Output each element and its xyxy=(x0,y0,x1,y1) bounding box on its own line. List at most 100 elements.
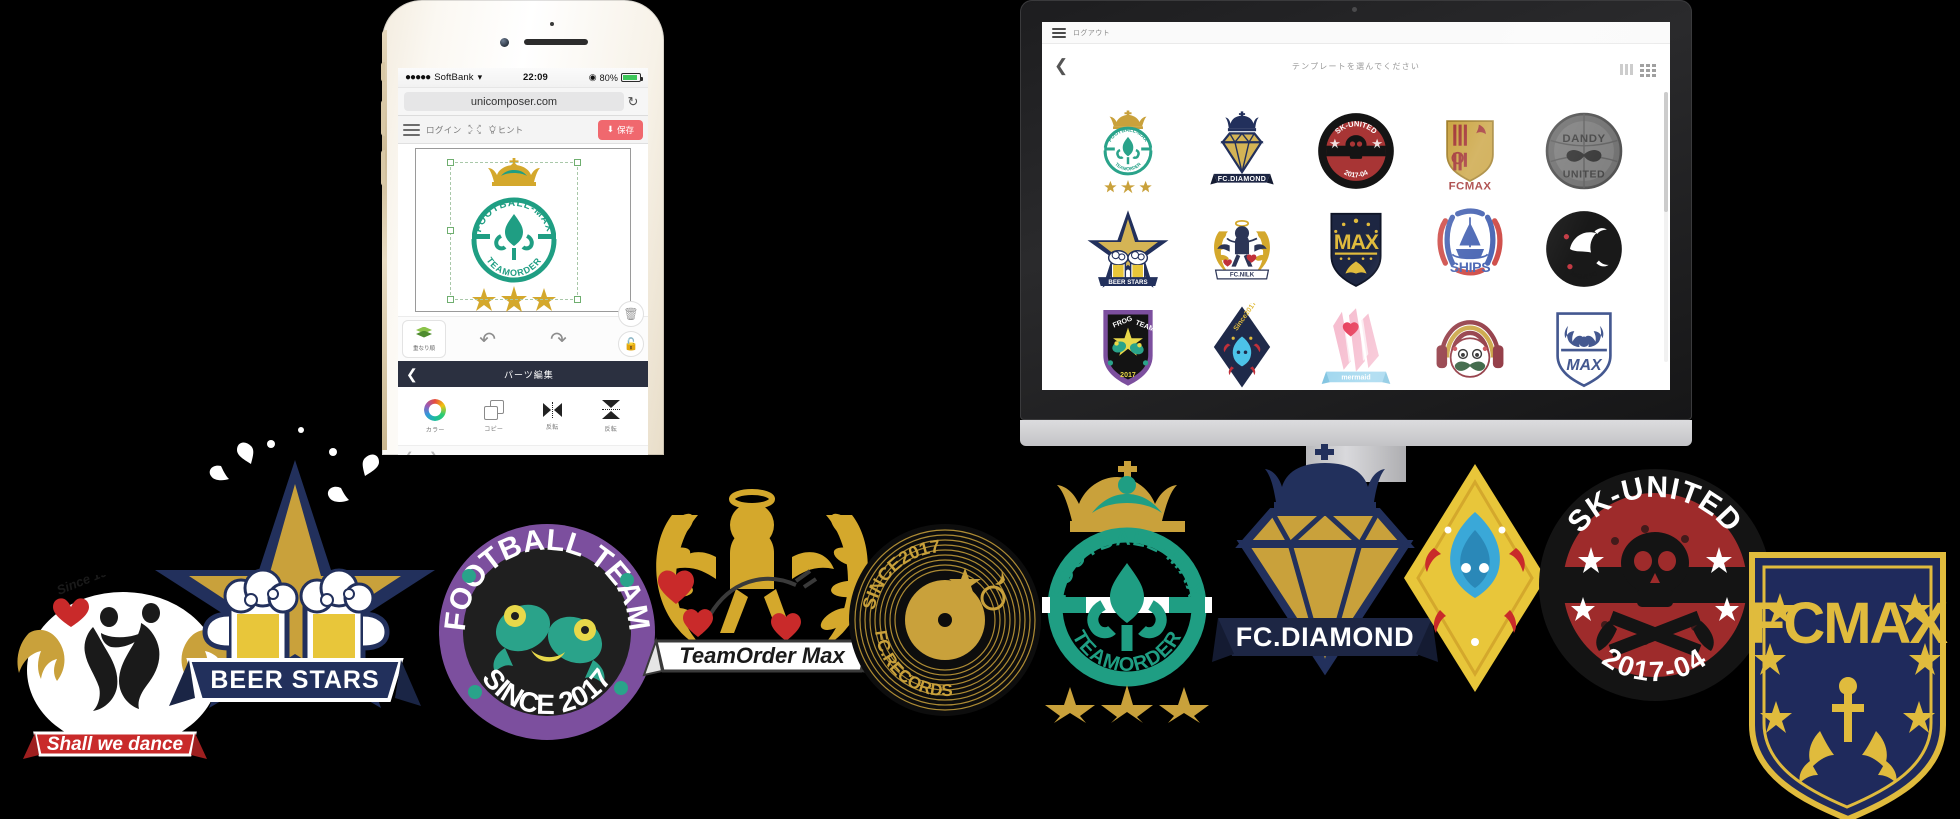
front-camera-icon xyxy=(500,38,509,47)
login-label[interactable]: ログイン xyxy=(426,124,462,136)
url-input[interactable]: unicomposer.com xyxy=(404,92,624,111)
save-label: 保存 xyxy=(616,124,634,135)
svg-text:FC.DIAMOND: FC.DIAMOND xyxy=(1218,176,1266,183)
template-max[interactable]: MAX xyxy=(1304,200,1408,298)
unlock-icon[interactable]: 🔓 xyxy=(618,331,644,357)
tool-flip-h-label: 反転 xyxy=(545,424,559,431)
carrier-label: SoftBank xyxy=(434,72,474,83)
resize-handle-top-right[interactable] xyxy=(574,159,581,166)
svg-text:2017: 2017 xyxy=(1120,372,1136,379)
badge-dance-title: Shall we dance xyxy=(47,734,184,755)
redo-icon[interactable]: ↷ xyxy=(550,327,567,352)
template-max-crest[interactable]: MAX xyxy=(1532,298,1636,390)
grid-view-icon[interactable] xyxy=(1640,64,1656,77)
canvas-action-row: 重なり順 ↶ ↷ 🗑 🔓 xyxy=(398,301,648,361)
badge-fc-records[interactable]: SINCE2017 FC.RECORDS xyxy=(845,520,1045,720)
selection-bounding-box[interactable] xyxy=(447,159,581,303)
app-toolbar: ログイン ↖ ↗ ↙ ↘ ヒント ⬇ 保存 xyxy=(398,116,648,144)
svg-text:UNITED: UNITED xyxy=(1563,168,1605,180)
chevron-left-icon[interactable]: ❮ xyxy=(1054,56,1068,76)
resize-handle-bottom-left[interactable] xyxy=(447,296,454,303)
badge-football-team[interactable]: FOOTBALL TEAM SINCE 2017 xyxy=(435,520,660,745)
hamburger-menu-icon[interactable] xyxy=(403,123,420,136)
lightbulb-icon xyxy=(488,124,496,134)
reload-icon[interactable]: ↻ xyxy=(624,94,642,110)
badge-fcmax[interactable]: FCMAX xyxy=(1740,535,1955,819)
template-chooser-title: テンプレートを選んでください xyxy=(1291,61,1421,71)
parts-pager-row: ❮ ❯ xyxy=(398,445,648,455)
template-mermaid[interactable]: mermaid xyxy=(1304,298,1408,390)
desktop-device: ログアウト ❮ テンプレートを選んでください FOOTBALL-MAX TEAM… xyxy=(1020,0,1692,482)
hero-stage: ●●●●● SoftBank ▾ 22:09 ◉ 80% unicomposer… xyxy=(0,0,1960,819)
badge-football-max[interactable]: FOOTBALL-MAX TEAMORDER xyxy=(1020,455,1235,725)
desktop-header: ログアウト xyxy=(1042,22,1670,44)
alarm-icon: ◉ xyxy=(588,72,597,82)
browser-url-bar: unicomposer.com ↻ xyxy=(398,88,648,116)
template-ships[interactable]: SHIPS xyxy=(1418,200,1522,298)
svg-text:FCMAX: FCMAX xyxy=(1449,181,1492,193)
phone-status-bar: ●●●●● SoftBank ▾ 22:09 ◉ 80% xyxy=(398,68,648,88)
copy-icon xyxy=(483,399,504,420)
tool-copy[interactable]: コピー xyxy=(471,399,517,433)
imac-camera-icon xyxy=(1352,7,1357,12)
logout-label[interactable]: ログアウト xyxy=(1073,28,1110,38)
hamburger-menu-icon[interactable] xyxy=(1052,27,1066,38)
list-view-icon[interactable] xyxy=(1620,64,1633,77)
svg-text:FC.NILK: FC.NILK xyxy=(1230,271,1255,278)
design-canvas[interactable]: FOOTBALL-MAX TEAMORDER xyxy=(398,144,648,316)
badge-diamond-title: FC.DIAMOND xyxy=(1236,622,1414,652)
template-beer-stars[interactable]: BEER STARS xyxy=(1076,200,1180,298)
signal-strength-icon: ●●●●● xyxy=(405,72,431,83)
hint-button[interactable]: ヒント xyxy=(488,124,524,136)
expand-icon[interactable]: ↖ ↗ ↙ ↘ xyxy=(468,124,482,136)
badge-sk-united[interactable]: SK-UNITED 2017-04 xyxy=(1535,465,1775,705)
phone-screen: ●●●●● SoftBank ▾ 22:09 ◉ 80% unicomposer… xyxy=(398,68,648,455)
resize-handle-middle-left[interactable] xyxy=(447,227,454,234)
vertical-scrollbar[interactable] xyxy=(1664,92,1668,362)
status-time: 22:09 xyxy=(523,72,548,83)
save-button[interactable]: ⬇ 保存 xyxy=(597,119,643,140)
template-fc-diamond[interactable]: FC.DIAMOND xyxy=(1190,102,1294,200)
template-headphone-guy[interactable] xyxy=(1418,298,1522,390)
template-football-max[interactable]: FOOTBALL-MAX TEAMORDER xyxy=(1076,102,1180,200)
battery-icon xyxy=(621,73,643,82)
tool-flip-v-label: 反転 xyxy=(604,426,618,433)
template-fc-nilk[interactable]: FC.NILK xyxy=(1190,200,1294,298)
svg-text:MAX: MAX xyxy=(1566,357,1603,374)
phone-silent-switch[interactable] xyxy=(381,62,385,82)
template-frog-team[interactable]: FROG TEAM 2017 xyxy=(1076,298,1180,390)
svg-text:BEER STARS: BEER STARS xyxy=(1108,279,1147,286)
hint-label: ヒント xyxy=(497,124,524,135)
flip-horizontal-icon xyxy=(541,401,563,418)
phone-volume-up-button[interactable] xyxy=(381,100,385,136)
template-night-fc[interactable]: NIGHT FC xyxy=(1532,200,1636,298)
phone-device: ●●●●● SoftBank ▾ 22:09 ◉ 80% unicomposer… xyxy=(381,0,664,455)
battery-percent-label: 80% xyxy=(599,72,618,83)
parts-panel-header: ❮ パーツ編集 xyxy=(398,361,648,387)
svg-text:SHIPS: SHIPS xyxy=(1450,259,1491,275)
desktop-subheader: ❮ テンプレートを選んでください xyxy=(1042,44,1670,88)
trash-icon[interactable]: 🗑 xyxy=(618,301,644,327)
resize-handle-bottom-right[interactable] xyxy=(574,296,581,303)
template-since-2017[interactable]: Since2017 xyxy=(1190,298,1294,390)
template-fcmax[interactable]: FCMAX xyxy=(1418,102,1522,200)
phone-earpiece xyxy=(524,39,588,45)
undo-icon[interactable]: ↶ xyxy=(479,327,496,352)
badge-beer-stars[interactable]: BEER STARS xyxy=(155,418,435,708)
tool-flip-vertical[interactable]: 反転 xyxy=(588,400,634,433)
layer-order-label: 重なり順 xyxy=(412,345,435,352)
template-dandy-united[interactable]: DANDY UNITED xyxy=(1532,102,1636,200)
tool-flip-horizontal[interactable]: 反転 xyxy=(529,401,575,431)
badge-beer-title: BEER STARS xyxy=(210,666,379,694)
layers-icon xyxy=(416,326,432,342)
template-sk-united[interactable]: SK-UNITED 2017-04 xyxy=(1304,102,1408,200)
tool-copy-label: コピー xyxy=(484,426,504,433)
layer-order-button[interactable]: 重なり順 xyxy=(402,320,446,358)
phone-volume-down-button[interactable] xyxy=(381,150,385,186)
parts-tool-grid: カラー コピー 反転 反転 xyxy=(398,387,648,445)
chevron-left-icon[interactable]: ❮ xyxy=(406,366,418,383)
svg-text:DANDY: DANDY xyxy=(1562,133,1605,145)
resize-handle-top-left[interactable] xyxy=(447,159,454,166)
badge-blue-flame[interactable] xyxy=(1400,460,1550,695)
svg-text:MAX: MAX xyxy=(1334,231,1379,254)
